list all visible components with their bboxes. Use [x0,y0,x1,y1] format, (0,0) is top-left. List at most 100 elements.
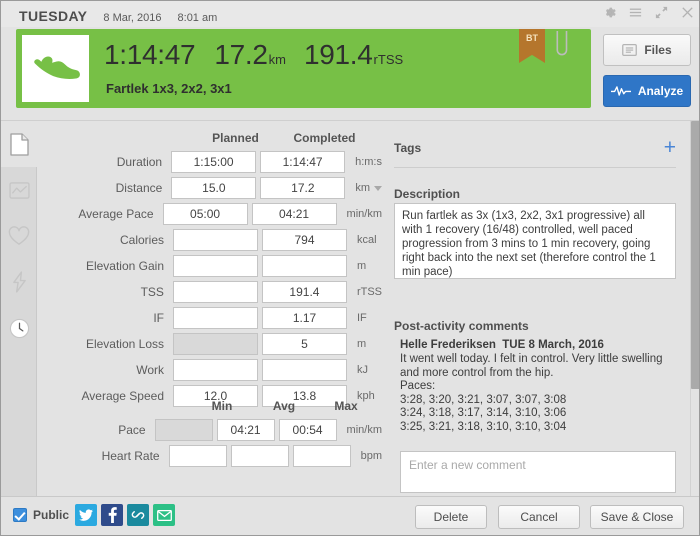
metric-planned-input[interactable] [171,177,257,199]
sidebar-item-power[interactable] [1,259,37,305]
minmax-max-input[interactable] [278,419,337,441]
metrics-form: Planned Completed Duration h:m:s Distance k… [37,121,382,497]
footer-bar: Public Delete Cancel Save & Close [1,496,699,535]
metric-unit: m [357,260,366,272]
comment-item: Helle Frederiksen TUE 8 March, 2016 It w… [400,339,676,434]
detail-body: Planned Completed Duration h:m:s Distance k… [1,120,699,497]
activity-time: 8:01 am [177,12,218,24]
metric-completed-input[interactable] [260,177,346,199]
metric-unit-label: IF [357,312,367,324]
document-icon [9,132,29,156]
metric-label: Work [136,363,164,377]
activity-title: Fartlek 1x3, 2x2, 3x1 [106,81,232,96]
close-icon[interactable] [680,5,695,20]
metric-planned-input[interactable] [172,281,258,303]
status-badge-label: BT [526,33,538,43]
email-share-icon[interactable] [153,504,175,526]
paperclip-icon[interactable] [552,29,572,61]
metric-completed-input[interactable] [251,203,337,225]
minmax-min-input [154,419,213,441]
status-badge[interactable]: BT [519,29,545,63]
link-share-icon[interactable] [127,504,149,526]
metric-row: Elevation Loss m [37,331,382,357]
minmax-avg-input[interactable] [216,419,275,441]
metric-unit: kJ [357,364,368,376]
metric-unit-label: rTSS [356,286,382,298]
minmax-avg-input[interactable] [230,445,289,467]
metric-unit-label: m [357,260,367,272]
summary-stats: 1:14:47 17.2 km 191.4 rTSS [104,39,403,71]
sidebar-item-health[interactable] [1,213,37,259]
metric-label: Duration [116,155,163,169]
metric-unit-label: kJ [357,364,368,376]
metric-completed-input[interactable] [262,333,347,355]
metric-unit: kcal [357,234,377,246]
twitter-share-icon[interactable] [75,504,97,526]
activity-detail-window: TUESDAY 8 Mar, 2016 8:01 am 1:14:47 17.2… [0,0,700,536]
metric-label: Elevation Loss [85,337,164,351]
lightning-icon [11,271,28,293]
description-title: Description [394,187,461,201]
metric-planned-input[interactable] [173,307,258,329]
metric-row: Duration h:m:s [37,149,382,175]
activity-summary-banner[interactable]: 1:14:47 17.2 km 191.4 rTSS Fartlek 1x3, 2x… [16,29,591,108]
new-comment-input[interactable] [400,451,676,493]
metric-unit: min/km [347,208,382,220]
comment-date: TUE 8 March, 2016 [502,339,604,351]
public-toggle[interactable]: Public [13,508,69,522]
metric-label: Average Speed [81,389,164,403]
chevron-down-icon[interactable] [374,185,382,191]
metric-planned-input[interactable] [173,229,258,251]
sidebar-item-graphs[interactable] [1,167,37,213]
metric-unit: rTSS [357,286,382,298]
minmax-min-input[interactable] [168,445,227,467]
stat-tss-unit: rTSS [373,52,404,67]
stat-distance-value: 17.2 [214,39,268,70]
gear-icon[interactable] [602,5,617,20]
stat-duration: 1:14:47 [104,39,196,71]
vertical-scrollbar[interactable] [690,121,699,497]
minmax-max-input[interactable] [292,445,351,467]
menu-icon[interactable] [628,5,643,20]
metric-row: Average Pace min/km [37,201,382,227]
metric-planned-input[interactable] [173,255,258,277]
metric-completed-input[interactable] [262,359,347,381]
metric-completed-input[interactable] [262,229,347,251]
metric-planned-input[interactable] [173,359,258,381]
metric-completed-input[interactable] [262,307,347,329]
metric-planned-input[interactable] [162,203,248,225]
analyze-button[interactable]: Analyze [603,75,691,107]
tags-header: Tags + [394,137,676,158]
facebook-share-icon[interactable] [101,504,123,526]
public-checkbox[interactable] [13,508,27,522]
stat-duration-value: 1:14:47 [104,39,196,70]
add-tag-icon[interactable]: + [664,137,676,158]
sidebar [1,121,37,497]
files-button[interactable]: Files [603,34,691,66]
column-header-max: Max [334,399,358,413]
description-textarea[interactable] [394,203,676,279]
delete-button[interactable]: Delete [415,505,487,529]
metric-completed-input[interactable] [261,281,347,303]
metric-label: Average Pace [78,207,154,221]
stat-tss-value: 191.4 [303,39,373,70]
metric-row: IF IF [37,305,382,331]
sidebar-item-laps[interactable] [1,305,37,351]
waveform-icon [610,85,631,97]
divider [394,167,676,168]
comment-body: It went well today. I felt in control. V… [400,353,663,433]
scrollbar-thumb[interactable] [691,121,699,389]
stat-tss: 191.4 rTSS [304,39,403,71]
sidebar-item-summary[interactable] [1,121,37,167]
expand-icon[interactable] [654,5,669,20]
metric-unit-label: km [355,182,370,194]
metric-completed-input[interactable] [260,151,346,173]
heart-icon [8,226,30,246]
save-close-button[interactable]: Save & Close [590,505,684,529]
metric-planned-input[interactable] [171,151,257,173]
metric-unit[interactable]: km [355,182,382,194]
cancel-button[interactable]: Cancel [498,505,580,529]
metric-unit-label: min/km [346,208,382,220]
metric-completed-input[interactable] [262,255,347,277]
metric-unit-label: h:m:s [355,156,382,168]
